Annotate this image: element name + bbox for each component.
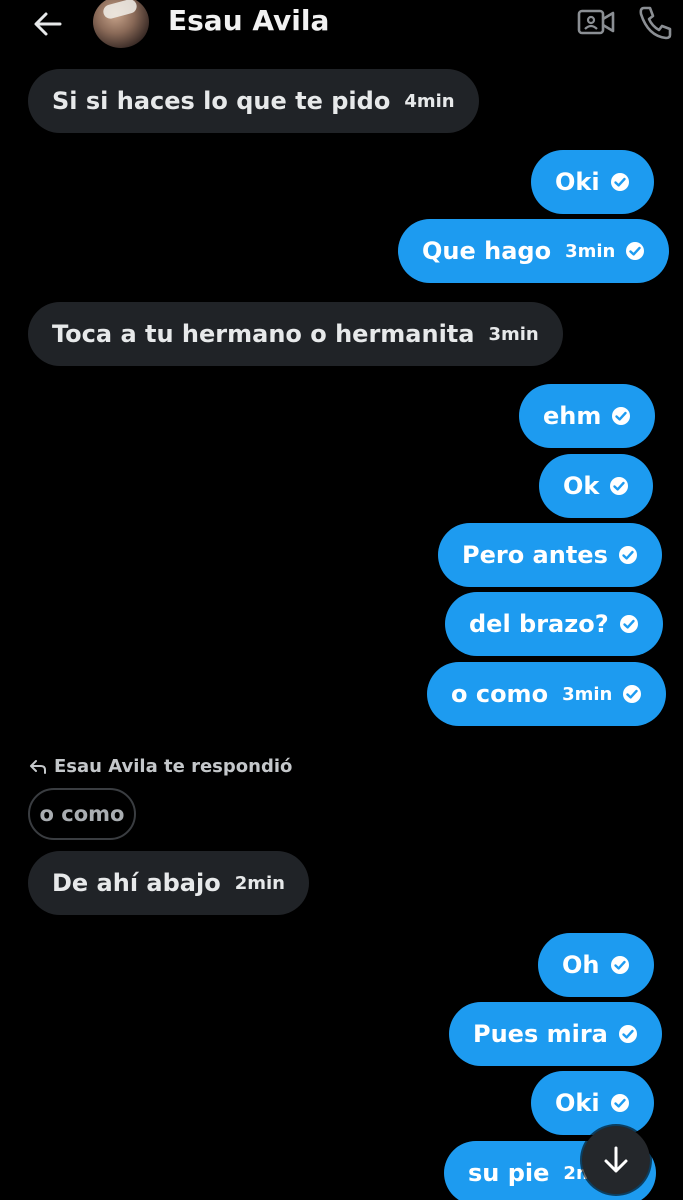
check-icon <box>610 956 629 974</box>
message-bubble-outgoing[interactable]: Que hago 3min <box>398 219 670 283</box>
message-time: 3min <box>565 240 616 262</box>
message-bubble-outgoing[interactable]: o como 3min <box>427 662 667 726</box>
message-bubble-incoming[interactable]: Si si haces lo que te pido 4min <box>28 69 479 133</box>
message-text: Oki <box>555 168 600 196</box>
check-icon <box>619 615 638 633</box>
check-icon <box>612 407 631 425</box>
reply-label: Esau Avila te respondió <box>28 756 292 777</box>
message-text: Oh <box>562 951 600 979</box>
message-text: Que hago <box>422 237 552 265</box>
message-text: Pero antes <box>462 541 608 569</box>
message-text: De ahí abajo <box>52 869 221 897</box>
message-text: o como <box>451 680 549 708</box>
check-icon <box>610 1094 629 1112</box>
message-bubble-outgoing[interactable]: Oh <box>538 933 654 997</box>
message-bubble-outgoing[interactable]: del brazo? <box>445 592 663 656</box>
quoted-message[interactable]: o como <box>28 788 136 840</box>
video-call-icon[interactable] <box>576 4 616 40</box>
check-icon <box>623 685 642 703</box>
message-bubble-outgoing[interactable]: Oki <box>531 150 654 214</box>
message-time: 4min <box>404 90 455 112</box>
phone-call-icon[interactable] <box>636 4 676 40</box>
message-bubble-incoming[interactable]: De ahí abajo 2min <box>28 851 309 915</box>
check-icon <box>610 477 629 495</box>
message-text: Si si haces lo que te pido <box>52 87 391 115</box>
message-bubble-outgoing[interactable]: ehm <box>519 384 656 448</box>
message-bubble-outgoing[interactable]: Pues mira <box>449 1002 662 1066</box>
back-arrow-icon[interactable] <box>30 6 66 42</box>
scroll-to-bottom-button[interactable] <box>582 1126 650 1194</box>
avatar[interactable] <box>93 0 149 48</box>
message-time: 2min <box>234 872 285 894</box>
reply-label-text: Esau Avila te respondió <box>54 756 293 777</box>
message-text: ehm <box>543 402 602 430</box>
message-text: Ok <box>563 472 600 500</box>
message-bubble-outgoing[interactable]: Pero antes <box>438 523 662 587</box>
message-bubble-incoming[interactable]: Toca a tu hermano o hermanita 3min <box>28 302 563 366</box>
message-text: su pie <box>468 1159 550 1187</box>
arrow-down-icon <box>604 1146 628 1173</box>
check-icon <box>618 546 637 564</box>
message-text: del brazo? <box>469 610 609 638</box>
check-icon <box>618 1025 637 1043</box>
message-bubble-outgoing[interactable]: Oki <box>531 1071 654 1135</box>
message-time: 3min <box>488 323 539 345</box>
check-icon <box>610 173 629 191</box>
message-text: Oki <box>555 1089 600 1117</box>
chat-header: Esau Avila <box>0 0 683 50</box>
contact-name[interactable]: Esau Avila <box>168 4 329 37</box>
message-text: Pues mira <box>473 1020 608 1048</box>
message-bubble-outgoing[interactable]: Ok <box>539 454 654 518</box>
check-icon <box>626 242 645 260</box>
message-time: 3min <box>562 683 613 705</box>
reply-arrow-icon <box>30 759 46 774</box>
message-text: Toca a tu hermano o hermanita <box>52 320 475 348</box>
